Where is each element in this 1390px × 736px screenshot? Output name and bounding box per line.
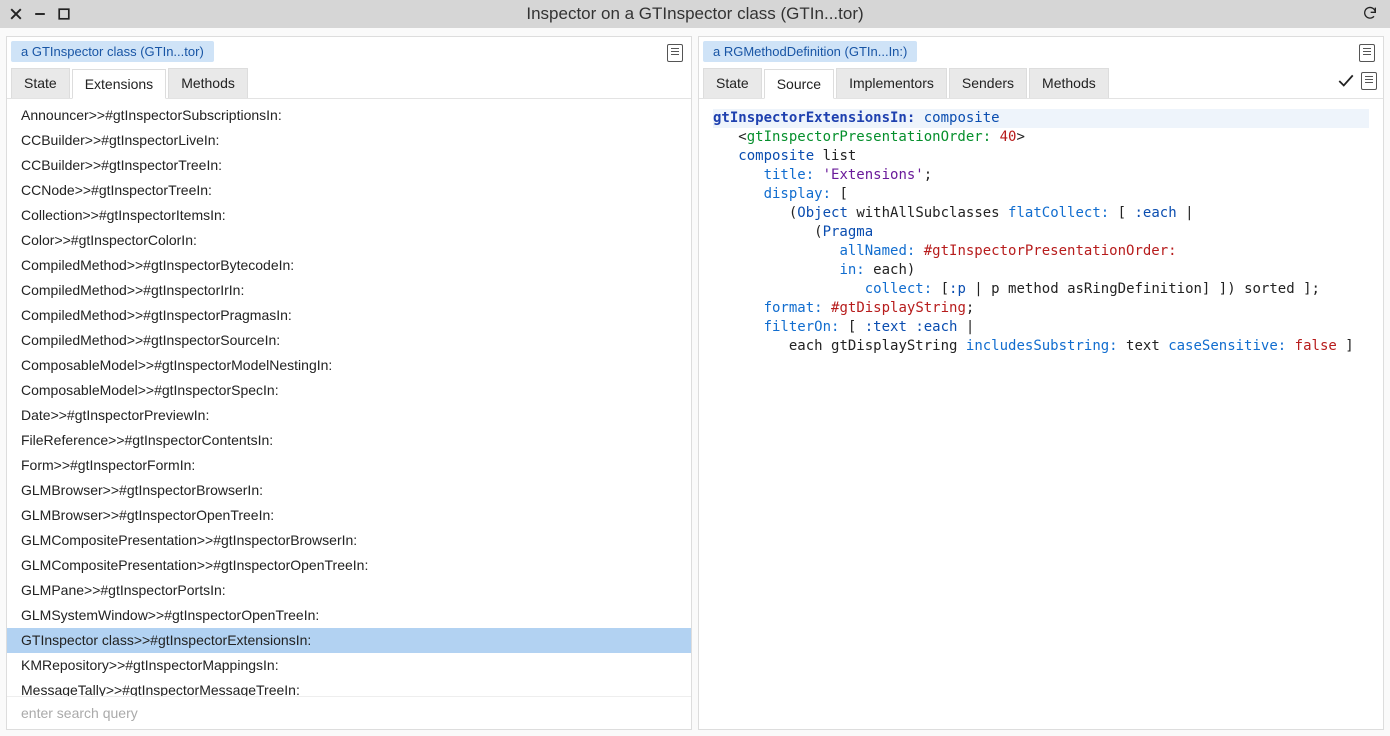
- close-icon[interactable]: [10, 8, 22, 20]
- list-item[interactable]: CompiledMethod>>#gtInspectorIrIn:: [7, 278, 691, 303]
- minimize-icon[interactable]: [34, 8, 46, 20]
- document-icon[interactable]: [667, 44, 683, 62]
- left-tabs: State Extensions Methods: [7, 64, 691, 99]
- extensions-list[interactable]: Announcer>>#gtInspectorSubscriptionsIn:C…: [7, 99, 691, 696]
- left-pane: a GTInspector class (GTIn...tor) State E…: [6, 36, 692, 730]
- tab-methods[interactable]: Methods: [168, 68, 248, 98]
- list-item[interactable]: Form>>#gtInspectorFormIn:: [7, 453, 691, 478]
- list-item[interactable]: Color>>#gtInspectorColorIn:: [7, 228, 691, 253]
- list-item[interactable]: ComposableModel>>#gtInspectorModelNestin…: [7, 353, 691, 378]
- tab-extensions[interactable]: Extensions: [72, 69, 166, 99]
- window-title: Inspector on a GTInspector class (GTIn..…: [526, 4, 863, 24]
- list-item[interactable]: Date>>#gtInspectorPreviewIn:: [7, 403, 691, 428]
- list-item[interactable]: GLMBrowser>>#gtInspectorOpenTreeIn:: [7, 503, 691, 528]
- list-item[interactable]: Collection>>#gtInspectorItemsIn:: [7, 203, 691, 228]
- refresh-icon[interactable]: [1362, 5, 1378, 24]
- document-icon[interactable]: [1361, 72, 1377, 90]
- list-item[interactable]: MessageTally>>#gtInspectorMessageTreeIn:: [7, 678, 691, 696]
- list-item[interactable]: GLMCompositePresentation>>#gtInspectorBr…: [7, 528, 691, 553]
- list-item[interactable]: CompiledMethod>>#gtInspectorBytecodeIn:: [7, 253, 691, 278]
- tab-state[interactable]: State: [703, 68, 762, 98]
- list-item[interactable]: Announcer>>#gtInspectorSubscriptionsIn:: [7, 103, 691, 128]
- document-icon[interactable]: [1359, 44, 1375, 62]
- list-item[interactable]: GLMCompositePresentation>>#gtInspectorOp…: [7, 553, 691, 578]
- right-pane: a RGMethodDefinition (GTIn...In:) State …: [698, 36, 1384, 730]
- list-item[interactable]: KMRepository>>#gtInspectorMappingsIn:: [7, 653, 691, 678]
- main-split: a GTInspector class (GTIn...tor) State E…: [0, 28, 1390, 736]
- list-item[interactable]: GLMSystemWindow>>#gtInspectorOpenTreeIn:: [7, 603, 691, 628]
- right-tabs: State Source Implementors Senders Method…: [699, 64, 1383, 99]
- list-item[interactable]: CCBuilder>>#gtInspectorLiveIn:: [7, 128, 691, 153]
- tab-state[interactable]: State: [11, 68, 70, 98]
- list-item[interactable]: CCBuilder>>#gtInspectorTreeIn:: [7, 153, 691, 178]
- title-bar: Inspector on a GTInspector class (GTIn..…: [0, 0, 1390, 28]
- list-item[interactable]: CCNode>>#gtInspectorTreeIn:: [7, 178, 691, 203]
- list-item[interactable]: CompiledMethod>>#gtInspectorSourceIn:: [7, 328, 691, 353]
- right-breadcrumb[interactable]: a RGMethodDefinition (GTIn...In:): [703, 41, 917, 62]
- tab-source[interactable]: Source: [764, 69, 834, 99]
- tab-implementors[interactable]: Implementors: [836, 68, 947, 98]
- maximize-icon[interactable]: [58, 8, 70, 20]
- list-item[interactable]: FileReference>>#gtInspectorContentsIn:: [7, 428, 691, 453]
- list-item[interactable]: GLMBrowser>>#gtInspectorBrowserIn:: [7, 478, 691, 503]
- tab-senders[interactable]: Senders: [949, 68, 1027, 98]
- source-code[interactable]: gtInspectorExtensionsIn: composite <gtIn…: [699, 99, 1383, 729]
- list-item[interactable]: ComposableModel>>#gtInspectorSpecIn:: [7, 378, 691, 403]
- accept-icon[interactable]: [1337, 72, 1355, 90]
- list-item[interactable]: CompiledMethod>>#gtInspectorPragmasIn:: [7, 303, 691, 328]
- tab-methods[interactable]: Methods: [1029, 68, 1109, 98]
- list-item[interactable]: GTInspector class>>#gtInspectorExtension…: [7, 628, 691, 653]
- search-input[interactable]: [13, 701, 685, 725]
- list-item[interactable]: GLMPane>>#gtInspectorPortsIn:: [7, 578, 691, 603]
- left-breadcrumb[interactable]: a GTInspector class (GTIn...tor): [11, 41, 214, 62]
